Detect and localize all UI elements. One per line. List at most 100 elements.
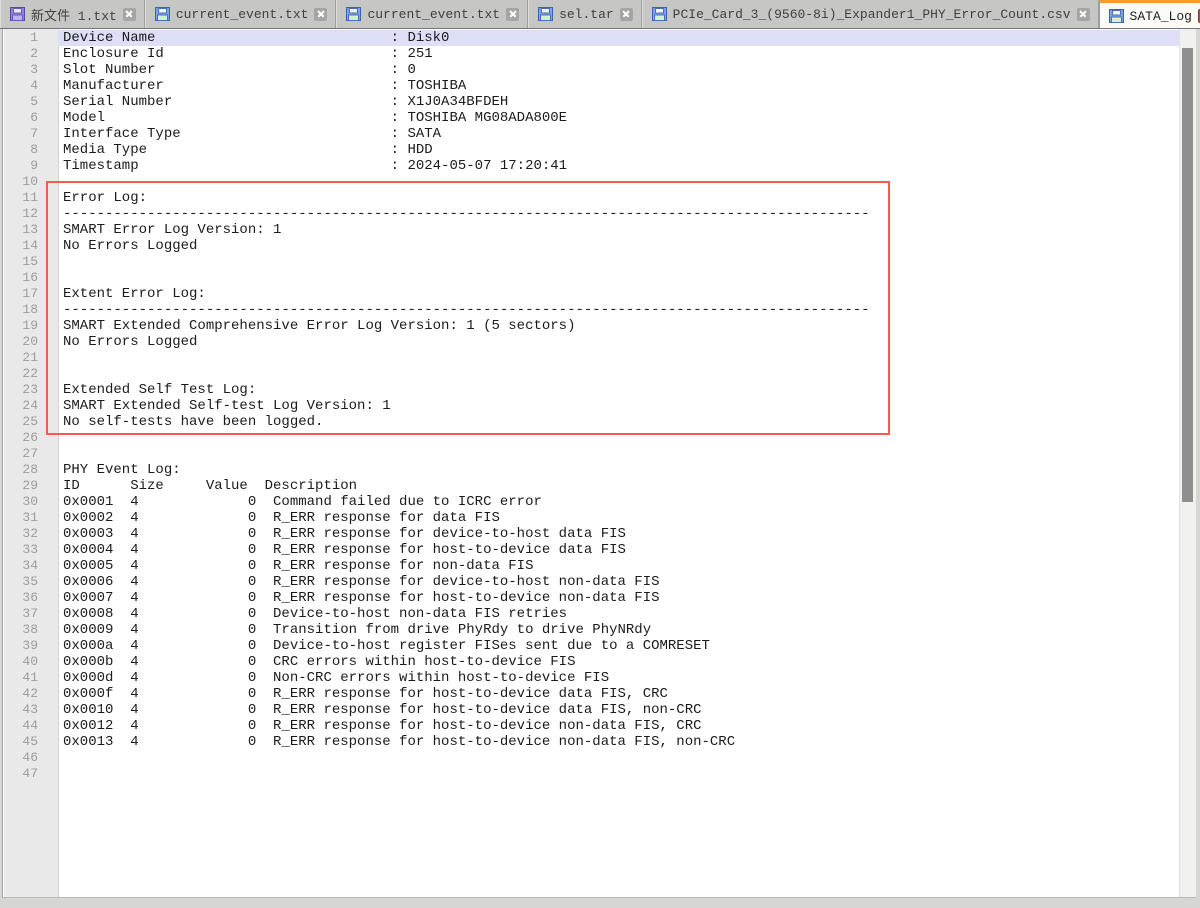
code-line[interactable]: 34 0x0005 4 0 R_ERR response for non-dat… [4,558,1180,574]
code-line[interactable]: 29 ID Size Value Description [4,478,1180,494]
line-number: 42 [4,686,58,702]
line-number: 5 [4,94,58,110]
code-line[interactable]: 28 PHY Event Log: [4,462,1180,478]
code-line[interactable]: 30 0x0001 4 0 Command failed due to ICRC… [4,494,1180,510]
code-line[interactable]: 21 [4,350,1180,366]
code-line[interactable]: 44 0x0012 4 0 R_ERR response for host-to… [4,718,1180,734]
line-number: 21 [4,350,58,366]
code-line[interactable]: 10 [4,174,1180,190]
code-line[interactable]: 27 [4,446,1180,462]
tab-label: sel.tar [559,7,614,22]
text-area[interactable]: 1 Device Name : Disk0 2 Enclosure Id : 2… [4,30,1180,897]
code-line[interactable]: 47 [4,766,1180,782]
code-line[interactable]: 26 [4,430,1180,446]
vertical-scrollbar[interactable] [1179,29,1196,897]
floppy-save-icon [346,7,361,21]
line-text [58,430,1180,446]
tab-5[interactable]: PCIe_Card_3_(9560-8i)_Expander1_PHY_Erro… [642,0,1099,28]
line-text: 0x0001 4 0 Command failed due to ICRC er… [58,494,1180,510]
line-number: 7 [4,126,58,142]
line-text: Timestamp : 2024-05-07 17:20:41 [58,158,1180,174]
code-line[interactable]: 6 Model : TOSHIBA MG08ADA800E [4,110,1180,126]
code-line[interactable]: 20 No Errors Logged [4,334,1180,350]
code-line[interactable]: 19 SMART Extended Comprehensive Error Lo… [4,318,1180,334]
code-line[interactable]: 42 0x000f 4 0 R_ERR response for host-to… [4,686,1180,702]
tab-6[interactable]: SATA_Log [1099,0,1200,29]
code-line[interactable]: 13 SMART Error Log Version: 1 [4,222,1180,238]
code-line[interactable]: 1 Device Name : Disk0 [4,30,1180,46]
code-line[interactable]: 22 [4,366,1180,382]
code-line[interactable]: 40 0x000b 4 0 CRC errors within host-to-… [4,654,1180,670]
line-number: 29 [4,478,58,494]
code-line[interactable]: 8 Media Type : HDD [4,142,1180,158]
code-line[interactable]: 16 [4,270,1180,286]
floppy-save-icon [10,7,25,21]
line-text [58,766,1180,782]
line-number: 20 [4,334,58,350]
code-line[interactable]: 24 SMART Extended Self-test Log Version:… [4,398,1180,414]
scrollbar-thumb[interactable] [1182,48,1193,502]
tab-2[interactable]: current_event.txt [145,0,337,28]
line-number: 14 [4,238,58,254]
line-text [58,174,1180,190]
tab-label: 新文件 1.txt [31,5,117,24]
code-line[interactable]: 33 0x0004 4 0 R_ERR response for host-to… [4,542,1180,558]
code-line[interactable]: 14 No Errors Logged [4,238,1180,254]
code-line[interactable]: 31 0x0002 4 0 R_ERR response for data FI… [4,510,1180,526]
code-line[interactable]: 4 Manufacturer : TOSHIBA [4,78,1180,94]
line-text: 0x0007 4 0 R_ERR response for host-to-de… [58,590,1180,606]
line-text [58,750,1180,766]
line-text: Media Type : HDD [58,142,1180,158]
code-line[interactable]: 39 0x000a 4 0 Device-to-host register FI… [4,638,1180,654]
line-text [58,270,1180,286]
close-icon[interactable] [506,8,519,21]
close-icon[interactable] [314,8,327,21]
line-number: 12 [4,206,58,222]
tab-1[interactable]: 新文件 1.txt [0,0,145,28]
line-text: SMART Extended Self-test Log Version: 1 [58,398,1180,414]
line-number: 6 [4,110,58,126]
code-line[interactable]: 3 Slot Number : 0 [4,62,1180,78]
code-line[interactable]: 32 0x0003 4 0 R_ERR response for device-… [4,526,1180,542]
close-icon[interactable] [123,8,136,21]
code-line[interactable]: 17 Extent Error Log: [4,286,1180,302]
code-line[interactable]: 46 [4,750,1180,766]
code-line[interactable]: 35 0x0006 4 0 R_ERR response for device-… [4,574,1180,590]
line-number: 19 [4,318,58,334]
line-number: 17 [4,286,58,302]
code-line[interactable]: 5 Serial Number : X1J0A34BFDEH [4,94,1180,110]
code-line[interactable]: 36 0x0007 4 0 R_ERR response for host-to… [4,590,1180,606]
line-text: 0x0002 4 0 R_ERR response for data FIS [58,510,1180,526]
line-text: Error Log: [58,190,1180,206]
code-line[interactable]: 38 0x0009 4 0 Transition from drive PhyR… [4,622,1180,638]
tab-3[interactable]: current_event.txt [336,0,528,28]
line-text: 0x000d 4 0 Non-CRC errors within host-to… [58,670,1180,686]
close-icon[interactable] [620,8,633,21]
code-line[interactable]: 43 0x0010 4 0 R_ERR response for host-to… [4,702,1180,718]
code-line[interactable]: 15 [4,254,1180,270]
code-line[interactable]: 37 0x0008 4 0 Device-to-host non-data FI… [4,606,1180,622]
code-line[interactable]: 12 -------------------------------------… [4,206,1180,222]
code-line[interactable]: 41 0x000d 4 0 Non-CRC errors within host… [4,670,1180,686]
code-line[interactable]: 18 -------------------------------------… [4,302,1180,318]
code-line[interactable]: 45 0x0013 4 0 R_ERR response for host-to… [4,734,1180,750]
code-line[interactable]: 23 Extended Self Test Log: [4,382,1180,398]
code-line[interactable]: 7 Interface Type : SATA [4,126,1180,142]
line-number: 10 [4,174,58,190]
line-number: 18 [4,302,58,318]
line-number: 27 [4,446,58,462]
floppy-save-icon [155,7,170,21]
code-line[interactable]: 9 Timestamp : 2024-05-07 17:20:41 [4,158,1180,174]
code-line[interactable]: 11 Error Log: [4,190,1180,206]
line-text: Extended Self Test Log: [58,382,1180,398]
tab-4[interactable]: sel.tar [528,0,642,28]
line-text: 0x0003 4 0 R_ERR response for device-to-… [58,526,1180,542]
code-line[interactable]: 25 No self-tests have been logged. [4,414,1180,430]
line-text: Manufacturer : TOSHIBA [58,78,1180,94]
line-number: 39 [4,638,58,654]
close-icon[interactable] [1077,8,1090,21]
line-text [58,366,1180,382]
line-number: 30 [4,494,58,510]
code-line[interactable]: 2 Enclosure Id : 251 [4,46,1180,62]
line-text: 0x0009 4 0 Transition from drive PhyRdy … [58,622,1180,638]
